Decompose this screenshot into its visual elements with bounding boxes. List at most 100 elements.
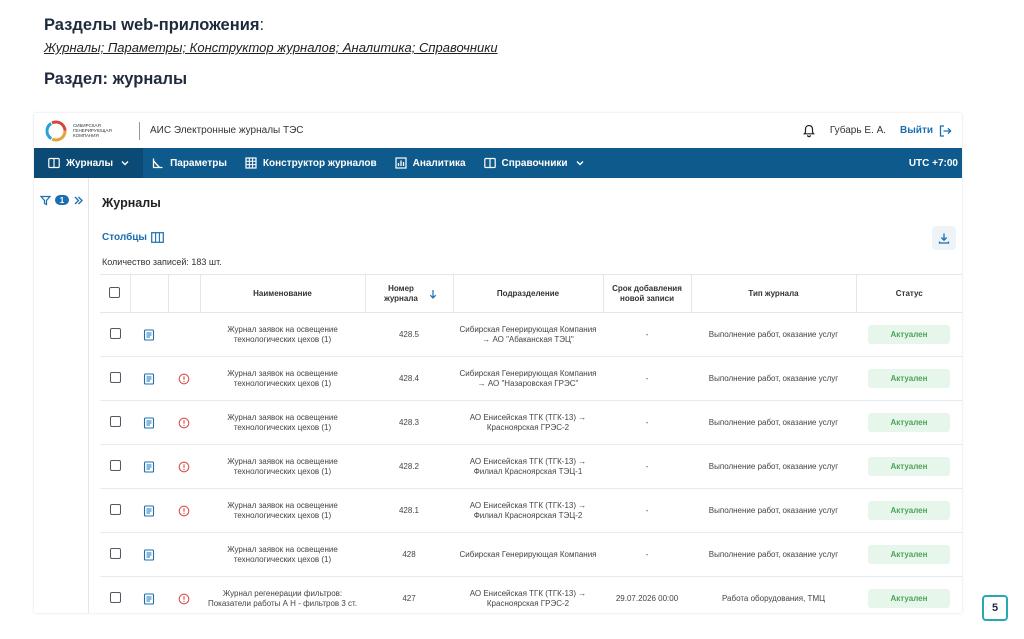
row-checkbox-cell	[100, 532, 130, 577]
header-name[interactable]: Наименование	[199, 274, 365, 313]
row-division: АО Енисейская ТГК (ТГК-13) → Красноярска…	[453, 400, 603, 445]
nav-journals-label: Журналы	[66, 157, 114, 169]
document-icon[interactable]	[143, 372, 155, 385]
row-checkbox-cell	[100, 312, 130, 357]
header-division[interactable]: Подразделение	[452, 274, 603, 313]
logout-button[interactable]: Выйти	[900, 124, 952, 137]
table-row[interactable]: Журнал заявок на освещение технологическ…	[100, 356, 962, 401]
warning-icon[interactable]	[178, 461, 190, 473]
nav-references[interactable]: Справочники	[475, 148, 595, 178]
filter-icon[interactable]	[40, 195, 51, 206]
row-warning-cell	[168, 312, 200, 357]
header-icon-cell	[129, 274, 168, 313]
row-warning-cell	[168, 400, 200, 445]
status-badge: Актуален	[868, 545, 950, 564]
status-badge: Актуален	[868, 501, 950, 520]
table-body: Журнал заявок на освещение технологическ…	[100, 312, 962, 613]
table-row[interactable]: Журнал регенерации фильтров: Показатели …	[100, 576, 962, 613]
document-icon[interactable]	[143, 504, 155, 517]
table-row[interactable]: Журнал заявок на освещение технологическ…	[100, 312, 962, 357]
row-checkbox[interactable]	[109, 503, 121, 515]
row-name: Журнал заявок на освещение технологическ…	[200, 356, 365, 401]
row-number: 428.3	[365, 400, 453, 445]
row-checkbox-cell	[100, 444, 130, 489]
document-icon[interactable]	[143, 328, 155, 341]
warning-icon[interactable]	[178, 593, 190, 605]
logout-label: Выйти	[900, 125, 933, 136]
table-header-row: Наименование Номер журнала Подразделение…	[100, 274, 962, 313]
slide-page-number: 5	[982, 595, 1008, 621]
row-doc-cell	[130, 400, 168, 445]
warning-icon[interactable]	[178, 417, 190, 429]
row-number: 428	[365, 532, 453, 577]
row-type: Выполнение работ, оказание услуг	[691, 312, 856, 357]
table-row[interactable]: Журнал заявок на освещение технологическ…	[100, 532, 962, 577]
main-nav: Журналы Параметры Конструктор журналов А…	[34, 148, 962, 178]
header-status[interactable]: Статус	[855, 274, 962, 313]
row-number: 428.2	[365, 444, 453, 489]
status-badge: Актуален	[868, 369, 950, 388]
row-warning-cell	[168, 356, 200, 401]
parameters-icon	[152, 158, 163, 169]
row-checkbox[interactable]	[109, 591, 121, 603]
row-checkbox-cell	[100, 356, 130, 401]
slide-section-title: Раздел: журналы	[44, 70, 188, 88]
select-all-checkbox[interactable]	[109, 286, 121, 298]
document-icon[interactable]	[143, 548, 155, 561]
row-status-cell: Актуален	[856, 576, 962, 613]
row-deadline: -	[603, 400, 691, 445]
header-type[interactable]: Тип журнала	[690, 274, 856, 313]
row-checkbox[interactable]	[109, 371, 121, 383]
topbar-right: Губарь Е. А. Выйти	[802, 124, 952, 138]
row-checkbox[interactable]	[109, 547, 121, 559]
row-checkbox[interactable]	[109, 415, 121, 427]
select-all-cell	[100, 274, 130, 313]
columns-label: Столбцы	[102, 232, 147, 243]
header-warning-cell	[167, 274, 200, 313]
row-division: АО Енисейская ТГК (ТГК-13) → Филиал Крас…	[453, 488, 603, 533]
title-divider	[139, 121, 140, 140]
row-status-cell: Актуален	[856, 444, 962, 489]
table-row[interactable]: Журнал заявок на освещение технологическ…	[100, 444, 962, 489]
nav-constructor[interactable]: Конструктор журналов	[236, 148, 386, 178]
nav-journals[interactable]: Журналы	[34, 148, 144, 178]
row-checkbox[interactable]	[109, 327, 121, 339]
row-name: Журнал заявок на освещение технологическ…	[200, 312, 365, 357]
document-icon[interactable]	[143, 416, 155, 429]
page-title: Журналы	[102, 196, 161, 210]
nav-analytics-label: Аналитика	[412, 157, 466, 169]
columns-button[interactable]: Столбцы	[102, 232, 164, 243]
row-status-cell: Актуален	[856, 312, 962, 357]
row-checkbox[interactable]	[109, 459, 121, 471]
header-deadline[interactable]: Срок добавления новой записи	[602, 274, 691, 313]
user-name[interactable]: Губарь Е. А.	[830, 125, 886, 136]
sort-arrow-down-icon[interactable]	[429, 289, 437, 299]
app-title: АИС Электронные журналы ТЭС	[150, 125, 304, 136]
table-row[interactable]: Журнал заявок на освещение технологическ…	[100, 400, 962, 445]
nav-constructor-label: Конструктор журналов	[262, 157, 377, 169]
row-warning-cell	[168, 444, 200, 489]
header-number[interactable]: Номер журнала	[364, 274, 453, 313]
warning-icon[interactable]	[178, 505, 190, 517]
row-deadline: -	[603, 444, 691, 489]
row-checkbox-cell	[100, 576, 130, 613]
row-deadline: -	[603, 488, 691, 533]
analytics-icon	[395, 157, 407, 169]
document-icon[interactable]	[143, 460, 155, 473]
slide-title: Разделы web-приложения:	[44, 16, 498, 35]
company-logo[interactable]: Сибирская генерирующая компания	[44, 119, 131, 143]
table-row[interactable]: Журнал заявок на освещение технологическ…	[100, 488, 962, 533]
expand-icon[interactable]	[73, 195, 84, 206]
document-icon[interactable]	[143, 592, 155, 605]
nav-parameters[interactable]: Параметры	[143, 148, 236, 178]
nav-analytics[interactable]: Аналитика	[386, 148, 475, 178]
nav-parameters-label: Параметры	[170, 157, 227, 169]
chevron-down-icon	[576, 161, 583, 166]
journals-table: Наименование Номер журнала Подразделение…	[100, 274, 962, 613]
download-button[interactable]	[932, 226, 956, 250]
warning-icon[interactable]	[178, 373, 190, 385]
nav-references-label: Справочники	[501, 157, 568, 169]
status-badge: Актуален	[868, 589, 950, 608]
row-division: АО Енисейская ТГК (ТГК-13) → Филиал Крас…	[453, 444, 603, 489]
bell-icon[interactable]	[802, 124, 816, 138]
